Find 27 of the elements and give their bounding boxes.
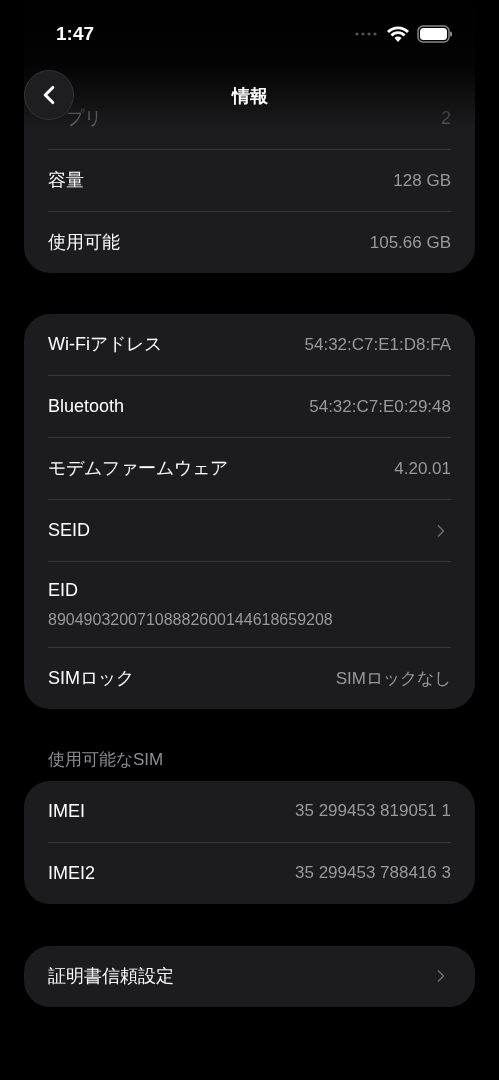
row-value: 4.20.01 [394, 457, 451, 480]
row-label: IMEI [48, 799, 85, 823]
row-label: 容量 [48, 169, 84, 192]
row-label: IMEI2 [48, 861, 95, 885]
row-label: Bluetooth [48, 395, 125, 418]
section-header: 使用可能なSIM [47, 749, 165, 771]
row-value: SIMロックなし [335, 667, 451, 690]
wifi-icon [387, 26, 409, 42]
row-label: Wi-Fiアドレス [48, 333, 162, 356]
status-time: 1:47 [56, 21, 95, 46]
row-value: 54:32:C7:E0:29:48 [309, 395, 451, 418]
row-label: モデムファームウェア [48, 457, 228, 480]
row-value: 35 299453 788416 3 [295, 862, 451, 885]
list-item[interactable]: SEID [24, 500, 475, 561]
battery-icon [417, 25, 453, 43]
row-label: 使用可能 [48, 231, 120, 254]
nav-title: 情報 [231, 85, 268, 108]
row-label: EID [48, 579, 79, 602]
row-value: 35 299453 819051 1 [295, 800, 451, 823]
row-label: SIMロック [48, 667, 134, 690]
row-value: 105.66 GB [369, 231, 451, 254]
row-value: 128 GB [393, 169, 451, 192]
row-label: プリ [66, 106, 102, 130]
list-item[interactable]: 証明書信頼設定 [24, 945, 475, 1007]
signal-icon [355, 32, 379, 36]
row-value: 89049032007108882600144618659208 [48, 610, 334, 630]
row-value: 54:32:C7:E1:D8:FA [304, 333, 451, 356]
